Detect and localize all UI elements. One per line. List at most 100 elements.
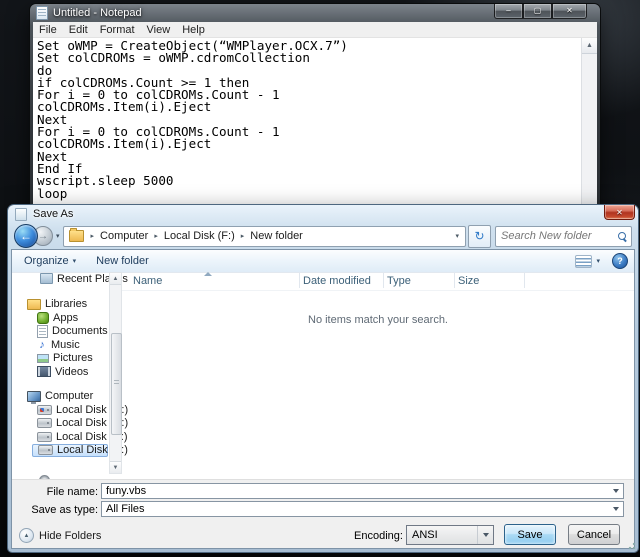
encoding-value: ANSI — [412, 529, 438, 541]
file-name-dropdown-icon[interactable] — [609, 484, 623, 498]
scroll-up-icon[interactable]: ▲ — [582, 38, 597, 54]
menu-file[interactable]: File — [33, 24, 63, 36]
encoding-dropdown-icon[interactable] — [477, 526, 493, 544]
dialog-client-area: Organize ▾ New folder ▾ ? Recent Places — [11, 249, 635, 549]
breadcrumb-computer[interactable]: Computer — [99, 230, 149, 242]
search-input[interactable]: Search New folder — [495, 225, 632, 247]
address-bar: ← → ▾ ▸ Computer ▸ Local Disk (F:) ▸ New… — [8, 223, 638, 249]
column-separator[interactable] — [299, 273, 300, 288]
scroll-down-icon[interactable]: ▼ — [110, 461, 121, 473]
dialog-icon — [15, 207, 27, 221]
resize-grip[interactable] — [625, 539, 636, 550]
nav-item-computer[interactable]: Computer — [12, 390, 109, 404]
pictures-icon — [37, 353, 49, 363]
save-button[interactable]: Save — [504, 524, 556, 545]
column-separator[interactable] — [383, 273, 384, 288]
nav-item-apps[interactable]: Apps — [12, 311, 109, 325]
nav-item-local-disk-f[interactable]: Local Disk (F:) — [32, 443, 128, 457]
dialog-titlebar[interactable]: Save As ✕ — [8, 205, 638, 223]
nav-item-local-disk-e[interactable]: Local Disk (E:) — [12, 430, 128, 444]
nav-item-local-disk-d[interactable]: Local Disk (D:) — [12, 417, 128, 431]
help-icon[interactable]: ? — [612, 253, 628, 269]
views-icon[interactable] — [575, 254, 593, 268]
column-header-date-modified[interactable]: Date modified — [303, 275, 371, 287]
notepad-window-controls: – ▢ ✕ — [494, 4, 587, 19]
save-as-type-label: Save as type: — [31, 504, 98, 516]
new-folder-button[interactable]: New folder — [90, 255, 155, 267]
nav-item-pictures[interactable]: Pictures — [12, 352, 109, 366]
breadcrumb[interactable]: ▸ Computer ▸ Local Disk (F:) ▸ New folde… — [62, 225, 466, 247]
recent-pages-caret-icon[interactable]: ▾ — [56, 232, 60, 240]
file-save-panel: File name: funy.vbs Save as type: All Fi… — [12, 479, 634, 548]
nav-label: Music — [51, 338, 80, 351]
videos-icon — [37, 366, 51, 378]
column-separator[interactable] — [454, 273, 455, 288]
column-header-name[interactable]: Name — [133, 275, 162, 287]
menu-help[interactable]: Help — [176, 24, 211, 36]
close-button[interactable]: ✕ — [552, 4, 587, 19]
column-header-type[interactable]: Type — [387, 275, 411, 287]
minimize-button[interactable]: – — [494, 4, 523, 19]
file-name-value: funy.vbs — [106, 485, 147, 497]
breadcrumb-sep-icon: ▸ — [240, 233, 245, 240]
navigation-pane: Recent Places Libraries Apps Documents ♪… — [12, 272, 128, 482]
nav-item-music[interactable]: ♪ Music — [12, 338, 109, 352]
hide-folders-label: Hide Folders — [39, 529, 102, 542]
menu-edit[interactable]: Edit — [63, 24, 94, 36]
command-toolbar: Organize ▾ New folder ▾ ? — [12, 250, 634, 273]
views-caret-icon[interactable]: ▾ — [596, 257, 600, 265]
notepad-code-text[interactable]: Set oWMP = CreateObject(“WMPlayer.OCX.7”… — [33, 38, 597, 200]
column-header-size[interactable]: Size — [458, 275, 479, 287]
disk-icon — [38, 445, 53, 456]
nav-item-recent-places[interactable]: Recent Places — [12, 272, 128, 286]
address-dropdown-icon[interactable]: ▾ — [455, 232, 461, 240]
nav-label: Documents — [52, 325, 108, 338]
cancel-button[interactable]: Cancel — [568, 524, 620, 545]
disk-icon — [37, 431, 52, 442]
file-name-label: File name: — [46, 486, 98, 498]
nav-label: Libraries — [45, 298, 88, 311]
organize-caret-icon: ▾ — [72, 258, 77, 265]
save-as-type-dropdown-icon[interactable] — [609, 502, 623, 516]
organize-button[interactable]: Organize ▾ — [18, 255, 82, 267]
nav-item-documents[interactable]: Documents — [12, 324, 109, 339]
encoding-select[interactable]: ANSI — [406, 525, 494, 545]
hide-folders-button[interactable]: ▲ Hide Folders — [19, 528, 101, 543]
scrollbar-thumb[interactable] — [111, 333, 122, 435]
nav-item-local-disk-c[interactable]: Local Disk (C:) — [12, 403, 128, 417]
breadcrumb-sep-icon: ▸ — [154, 233, 158, 240]
breadcrumb-new-folder[interactable]: New folder — [249, 230, 304, 242]
notepad-window-title: Untitled - Notepad — [53, 7, 142, 19]
nav-scrollbar[interactable]: ▲ ▼ — [109, 272, 122, 474]
notepad-icon — [36, 6, 48, 20]
menu-view[interactable]: View — [141, 24, 177, 36]
sort-ascending-icon — [204, 272, 212, 276]
search-placeholder: Search New folder — [501, 230, 592, 242]
folder-icon — [68, 228, 84, 242]
menu-format[interactable]: Format — [94, 24, 141, 36]
breadcrumb-local-disk-f[interactable]: Local Disk (F:) — [163, 230, 236, 242]
scroll-up-icon[interactable]: ▲ — [110, 273, 121, 285]
maximize-button[interactable]: ▢ — [523, 4, 552, 19]
toolbar-right-group: ▾ ? — [575, 253, 628, 269]
organize-label: Organize — [24, 255, 69, 267]
computer-icon — [27, 390, 41, 404]
notepad-menubar: File Edit Format View Help — [33, 22, 597, 38]
save-as-type-value: All Files — [106, 503, 145, 515]
notepad-titlebar[interactable]: Untitled - Notepad – ▢ ✕ — [33, 4, 597, 22]
refresh-button[interactable]: ↻ — [468, 224, 491, 248]
back-button[interactable]: ← — [14, 224, 38, 248]
save-as-type-select[interactable]: All Files — [101, 501, 624, 517]
column-separator[interactable] — [524, 273, 525, 288]
new-folder-label: New folder — [96, 255, 149, 267]
apps-icon — [37, 311, 49, 324]
nav-item-libraries[interactable]: Libraries — [12, 298, 109, 312]
save-as-dialog: Save As ✕ ← → ▾ ▸ Computer ▸ Local Disk … — [8, 205, 638, 552]
disk-icon — [37, 418, 52, 429]
dialog-close-button[interactable]: ✕ — [604, 205, 635, 220]
column-headers: Name Date modified Type Size — [122, 272, 634, 291]
dialog-title: Save As — [33, 208, 74, 220]
nav-item-videos[interactable]: Videos — [12, 365, 109, 379]
file-name-input[interactable]: funy.vbs — [101, 483, 624, 499]
search-icon — [618, 232, 626, 240]
